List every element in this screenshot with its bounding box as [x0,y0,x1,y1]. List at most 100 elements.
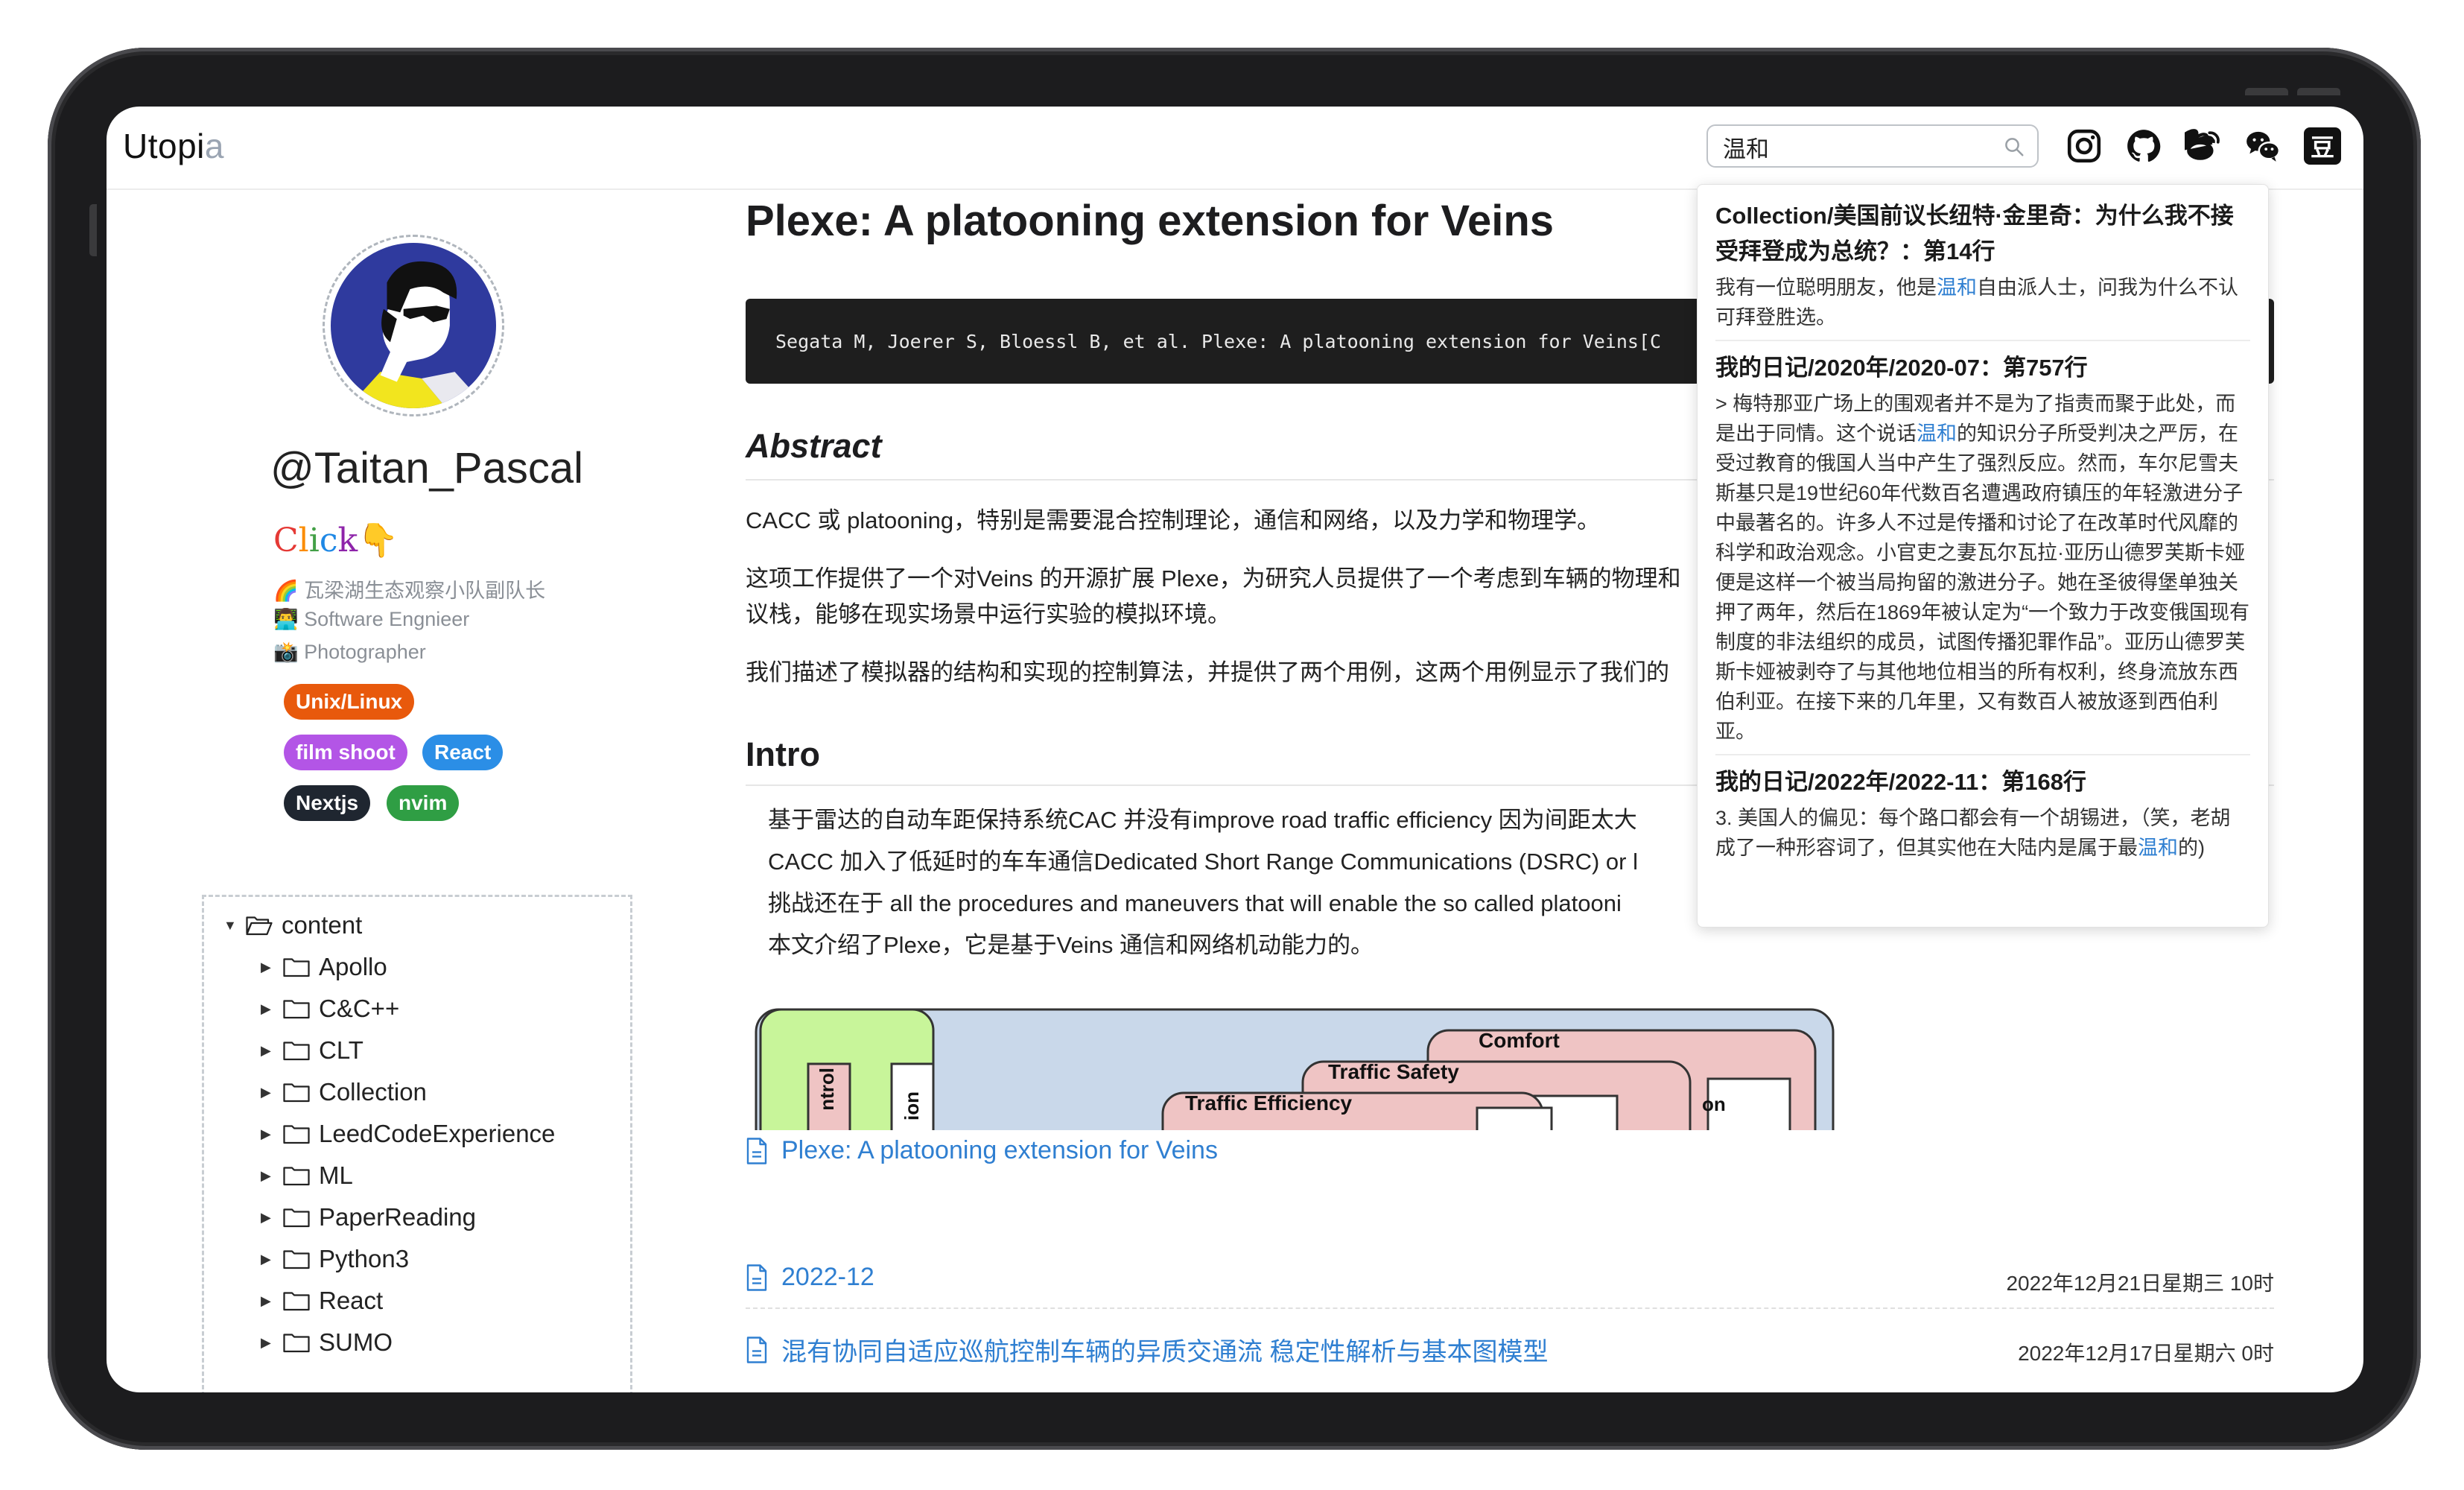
intro-heading: Intro [746,735,820,773]
tag-react[interactable]: React [422,735,504,770]
weibo-icon [2185,129,2220,160]
click-letter: k [337,522,358,559]
click-link[interactable]: Click👇 [273,521,399,559]
search-result[interactable]: 我的日记/2020年/2020-07：第757行 > 梅特那亚广场上的围观者并不… [1715,350,2250,746]
avatar [323,235,504,416]
abstract-paragraph: 议栈，能够在现实场景中运行实验的模拟环境。 [746,601,1231,627]
post-date: 2022年12月17日星期六 0时 [2018,1342,2274,1365]
tree-label: CLT [319,1036,363,1064]
divider [1715,340,2250,341]
expand-right-icon[interactable]: ▶ [261,1210,283,1226]
expand-right-icon[interactable]: ▶ [261,1168,283,1184]
expand-right-icon[interactable]: ▶ [261,1126,283,1142]
post-link[interactable]: 2022-12 [746,1263,874,1292]
expand-right-icon[interactable]: ▶ [261,1001,283,1017]
instagram-link[interactable] [2064,126,2104,166]
site-logo[interactable]: Utopia [123,126,224,166]
avatar-image [331,243,496,408]
device-side-button [89,204,97,256]
pointing-down-icon: 👇 [358,522,399,559]
list-item: 基于雷达的自动车距保持系统CAC 并没有improve road traffic… [768,801,1736,834]
folder-icon [283,1000,310,1019]
post-title: 混有协同自适应巡航控制车辆的异质交通流 稳定性解析与基本图模型 [781,1338,1549,1366]
github-icon [2127,130,2161,162]
tag-nextjs[interactable]: Nextjs [284,785,371,821]
tree-item[interactable]: ▶ ML [261,1158,353,1193]
search-result[interactable]: Collection/美国前议长纽特·金里奇：为什么我不接受拜登成为总统？：第1… [1715,198,2250,332]
search-result[interactable]: 我的日记/2022年/2022-11：第168行 3. 美国人的偏见：每个路口都… [1715,764,2250,863]
tree-item[interactable]: ▶ CLT [261,1033,363,1068]
browser-screen: Utopia 温和 豆 @Taitan_Pascal Click👇 🌈 瓦梁湖生… [107,107,2363,1392]
post-link[interactable]: 混有协同自适应巡航控制车辆的异质交通流 稳定性解析与基本图模型 [746,1331,1548,1368]
search-icon[interactable] [2003,136,2025,158]
tree-item[interactable]: ▶ Apollo [261,949,387,985]
logo-text-faded: a [204,127,224,165]
folder-icon [283,1334,310,1353]
search-input[interactable] [1721,131,1993,162]
weibo-link[interactable] [2183,126,2223,166]
tree-item[interactable]: ▶ SUMO [261,1325,393,1360]
expand-right-icon[interactable]: ▶ [261,1335,283,1351]
folder-icon [283,1042,310,1061]
tag-film-shoot[interactable]: film shoot [284,735,407,770]
expand-right-icon[interactable]: ▶ [261,1252,283,1267]
abstract-paragraph: 这项工作提供了一个对Veins 的开源扩展 Plexe，为研究人员提供了一个考虑… [746,565,1681,592]
instagram-icon [2067,129,2101,163]
abstract-heading: Abstract [746,427,882,465]
tree-label: SUMO [319,1328,393,1356]
tree-item[interactable]: ▶ Collection [261,1074,427,1110]
snippet-highlight: 温和 [2138,837,2178,859]
site-header: Utopia 温和 豆 [107,107,2363,190]
expand-right-icon[interactable]: ▶ [261,960,283,975]
tree-item[interactable]: ▶ LeedCodeExperience [261,1116,555,1152]
tree-label: C&C++ [319,995,400,1022]
document-icon [746,1137,767,1164]
tree-item[interactable]: ▶ React [261,1283,383,1319]
citation-text: Segata M, Joerer S, Bloessl B, et al. Pl… [775,330,1662,352]
search-box[interactable] [1706,124,2039,168]
page-title: Plexe: A platooning extension for Veins [746,197,1555,245]
folder-icon [283,1083,310,1103]
tag-nvim[interactable]: nvim [387,785,460,821]
wechat-link[interactable] [2243,126,2283,166]
tree-item[interactable]: ▶ PaperReading [261,1199,476,1235]
tree-label: ML [319,1161,353,1189]
snippet-text: 的知识分子所受判决之严厉，在受过教育的俄国人当中产生了强烈反应。然而，车尔尼雪夫… [1715,422,2250,743]
douban-icon[interactable]: 豆 [2304,127,2341,165]
tree-label: Apollo [319,953,387,980]
snippet-text: 我有一位聪明朋友，他是 [1715,276,1937,299]
expand-right-icon[interactable]: ▶ [261,1085,283,1100]
folder-icon [283,1292,310,1311]
folder-icon [283,958,310,977]
tree-label: content [282,911,363,939]
folder-icon [283,1208,310,1228]
post-title: 2022-12 [781,1263,874,1291]
search-results-dropdown: Collection/美国前议长纽特·金里奇：为什么我不接受拜登成为总统？：第1… [1697,184,2269,928]
wechat-icon [2247,131,2281,162]
search-result-snippet: > 梅特那亚广场上的围观者并不是为了指责而聚于此处，而是出于同情。这个说话温和的… [1715,389,2250,746]
expand-right-icon[interactable]: ▶ [261,1043,283,1059]
folder-icon [283,1125,310,1144]
page-link[interactable]: Plexe: A platooning extension for Veins [746,1136,1218,1165]
search-result-title: Collection/美国前议长纽特·金里奇：为什么我不接受拜登成为总统？：第1… [1715,203,2234,264]
expand-right-icon[interactable]: ▶ [261,1293,283,1309]
post-date: 2022年12月21日星期三 10时 [2006,1272,2274,1295]
tree-item[interactable]: ▶ Python3 [261,1241,409,1277]
tree-root-content[interactable]: ▼ content [223,907,362,943]
tag-unix-linux[interactable]: Unix/Linux [284,684,415,720]
figure-label-comfort: Comfort [1479,1029,1560,1052]
snippet-highlight: 温和 [1917,422,1957,445]
bio-line: 🌈 瓦梁湖生态观察小队副队长 [273,580,546,602]
abstract-paragraph: CACC 或 platooning，特别是需要混合控制理论，通信和网络，以及力学… [746,507,1601,533]
github-link[interactable] [2124,126,2164,166]
tree-item[interactable]: ▶ C&C++ [261,991,399,1027]
list-item: CACC 加入了低延时的车车通信Dedicated Short Range Co… [768,843,1736,876]
search-result-title: 我的日记/2022年/2022-11：第168行 [1715,769,2086,795]
search-result-title: 我的日记/2020年/2020-07：第757行 [1715,355,2088,381]
expand-down-icon[interactable]: ▼ [223,918,246,933]
click-letter: i [308,522,320,559]
divider [746,1307,2274,1309]
tree-label: Collection [319,1078,427,1106]
logo-text: Utopi [123,127,205,165]
bio-line: 👨‍💻 Software Engnieer [273,608,470,630]
